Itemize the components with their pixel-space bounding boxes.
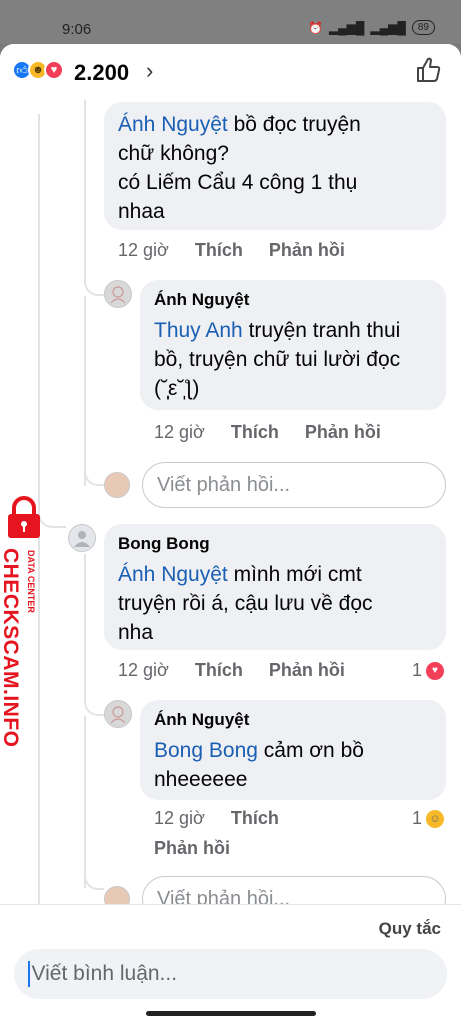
reply-button[interactable]: Phản hồi <box>154 838 230 859</box>
like-button[interactable]: Thích <box>195 660 243 681</box>
comment-text: cảm ơn bồ <box>257 739 364 762</box>
comment-bubble[interactable]: Ánh Nguyệt bồ đọc truyện chữ không? có L… <box>104 102 446 230</box>
reaction-count-value: 1 <box>412 808 423 828</box>
mention-link[interactable]: Thuy Anh <box>154 319 243 342</box>
avatar[interactable] <box>68 524 96 552</box>
comment-text: mình mới cmt <box>227 563 362 586</box>
comment-author[interactable]: Bong Bong <box>118 532 432 556</box>
thread-line <box>84 692 104 716</box>
reply-button[interactable]: Phản hồi <box>269 660 345 681</box>
comment-input[interactable]: Viết bình luận... <box>14 949 447 999</box>
reply-input[interactable]: Viết phản hồi... <box>142 462 446 508</box>
comment-actions: 12 giờ Thích Phản hồi <box>118 660 345 681</box>
comment-text: (˘̩̩̩ε˘̩ƪ) <box>154 377 200 400</box>
comment-text: nheeeeee <box>154 768 248 791</box>
comment-bubble[interactable]: Bong Bong Ánh Nguyệt mình mới cmt truyện… <box>104 524 446 650</box>
comment-age: 12 giờ <box>118 660 169 680</box>
comment-footer: Quy tắc Viết bình luận... <box>0 904 461 1024</box>
thread-line <box>84 716 86 888</box>
reaction-count[interactable]: 1 ☺ <box>412 808 445 829</box>
mention-link[interactable]: Ánh Nguyệt <box>118 563 228 586</box>
mention-link[interactable]: Bong Bong <box>154 739 258 762</box>
avatar[interactable] <box>104 700 132 728</box>
love-icon: ♥ <box>44 60 64 80</box>
like-thumb-icon[interactable] <box>415 56 443 84</box>
avatar[interactable] <box>104 280 132 308</box>
mention-link[interactable]: Ánh Nguyệt <box>118 113 228 136</box>
signal-icon: ▂▄▆█ <box>328 20 365 35</box>
like-button[interactable]: Thích <box>231 422 279 443</box>
watermark-title: CHECKSCAM.INFO <box>0 548 22 748</box>
comment-text: truyện tranh thui <box>242 319 401 342</box>
rules-link[interactable]: Quy tắc <box>379 919 441 939</box>
comment-actions: 12 giờ Thích Phản hồi <box>154 422 381 443</box>
thread-line <box>84 94 86 274</box>
status-icons: ⏰ ▂▄▆█ ▂▄▆█ 89 <box>308 20 435 35</box>
comment-text: chữ không? <box>118 142 229 165</box>
reply-bubble[interactable]: Ánh Nguyệt Thuy Anh truyện tranh thui bồ… <box>140 280 446 410</box>
like-button[interactable]: Thích <box>195 240 243 261</box>
watermark-subtitle: DATA CENTER <box>26 550 36 613</box>
comments-sheet: Ánh Nguyệt bồ đọc truyện chữ không? có L… <box>0 44 461 1024</box>
reply-button[interactable]: Phản hồi <box>269 240 345 261</box>
reply-bubble[interactable]: Ánh Nguyệt Bong Bong cảm ơn bồ nheeeeee <box>140 700 446 800</box>
chevron-right-icon[interactable]: › <box>146 58 153 84</box>
status-time: 9:06 <box>62 21 92 38</box>
reaction-icons[interactable]: 👍︎ ☻ ♥ <box>12 60 64 80</box>
comment-author[interactable]: Ánh Nguyệt <box>154 708 432 732</box>
thread-line <box>84 868 104 890</box>
reaction-count-value: 1 <box>412 660 423 680</box>
lock-icon <box>8 496 40 538</box>
battery-icon: 89 <box>411 20 435 35</box>
comment-author[interactable]: Ánh Nguyệt <box>154 288 432 312</box>
comment-age: 12 giờ <box>154 808 205 828</box>
status-bar: 9:06 ⏰ ▂▄▆█ ▂▄▆█ 89 <box>0 0 461 44</box>
comment-actions: 12 giờ Thích <box>154 808 279 829</box>
comment-text: có Liếm Cẩu 4 công 1 thụ <box>118 171 358 194</box>
comment-actions: Phản hồi <box>154 838 230 859</box>
comment-age: 12 giờ <box>118 240 169 260</box>
comment-text: truyện rồi á, cậu lưu về đọc <box>118 592 373 615</box>
reaction-count[interactable]: 1 ♥ <box>412 660 445 681</box>
home-indicator[interactable] <box>146 1011 316 1016</box>
comment-input-placeholder: Viết bình luận... <box>31 962 178 985</box>
like-button[interactable]: Thích <box>231 808 279 829</box>
comment-text: nhaa <box>118 200 165 223</box>
sheet-header: 👍︎ ☻ ♥ 2.200 › <box>0 44 461 100</box>
user-avatar <box>104 472 130 498</box>
comment-text: nha <box>118 621 154 644</box>
thread-line <box>84 272 104 296</box>
reply-button[interactable]: Phản hồi <box>305 422 381 443</box>
text-cursor <box>28 961 30 988</box>
love-icon: ♥ <box>426 661 445 680</box>
reaction-total[interactable]: 2.200 <box>74 60 129 86</box>
comment-thread[interactable]: Ánh Nguyệt bồ đọc truyện chữ không? có L… <box>0 44 461 922</box>
thread-line <box>84 464 104 486</box>
comment-text: bồ đọc truyện <box>227 113 361 136</box>
alarm-icon: ⏰ <box>307 20 323 35</box>
checkscam-watermark: DATA CENTER CHECKSCAM.INFO <box>0 496 46 748</box>
comment-age: 12 giờ <box>154 422 205 442</box>
comment-actions: 12 giờ Thích Phản hồi <box>118 240 345 261</box>
thread-line <box>84 296 86 486</box>
care-icon: ☺ <box>426 809 445 828</box>
comment-text: bồ, truyện chữ tui lười đọc <box>154 348 401 371</box>
thread-line <box>84 554 86 694</box>
signal-icon-2: ▂▄▆█ <box>370 20 406 35</box>
